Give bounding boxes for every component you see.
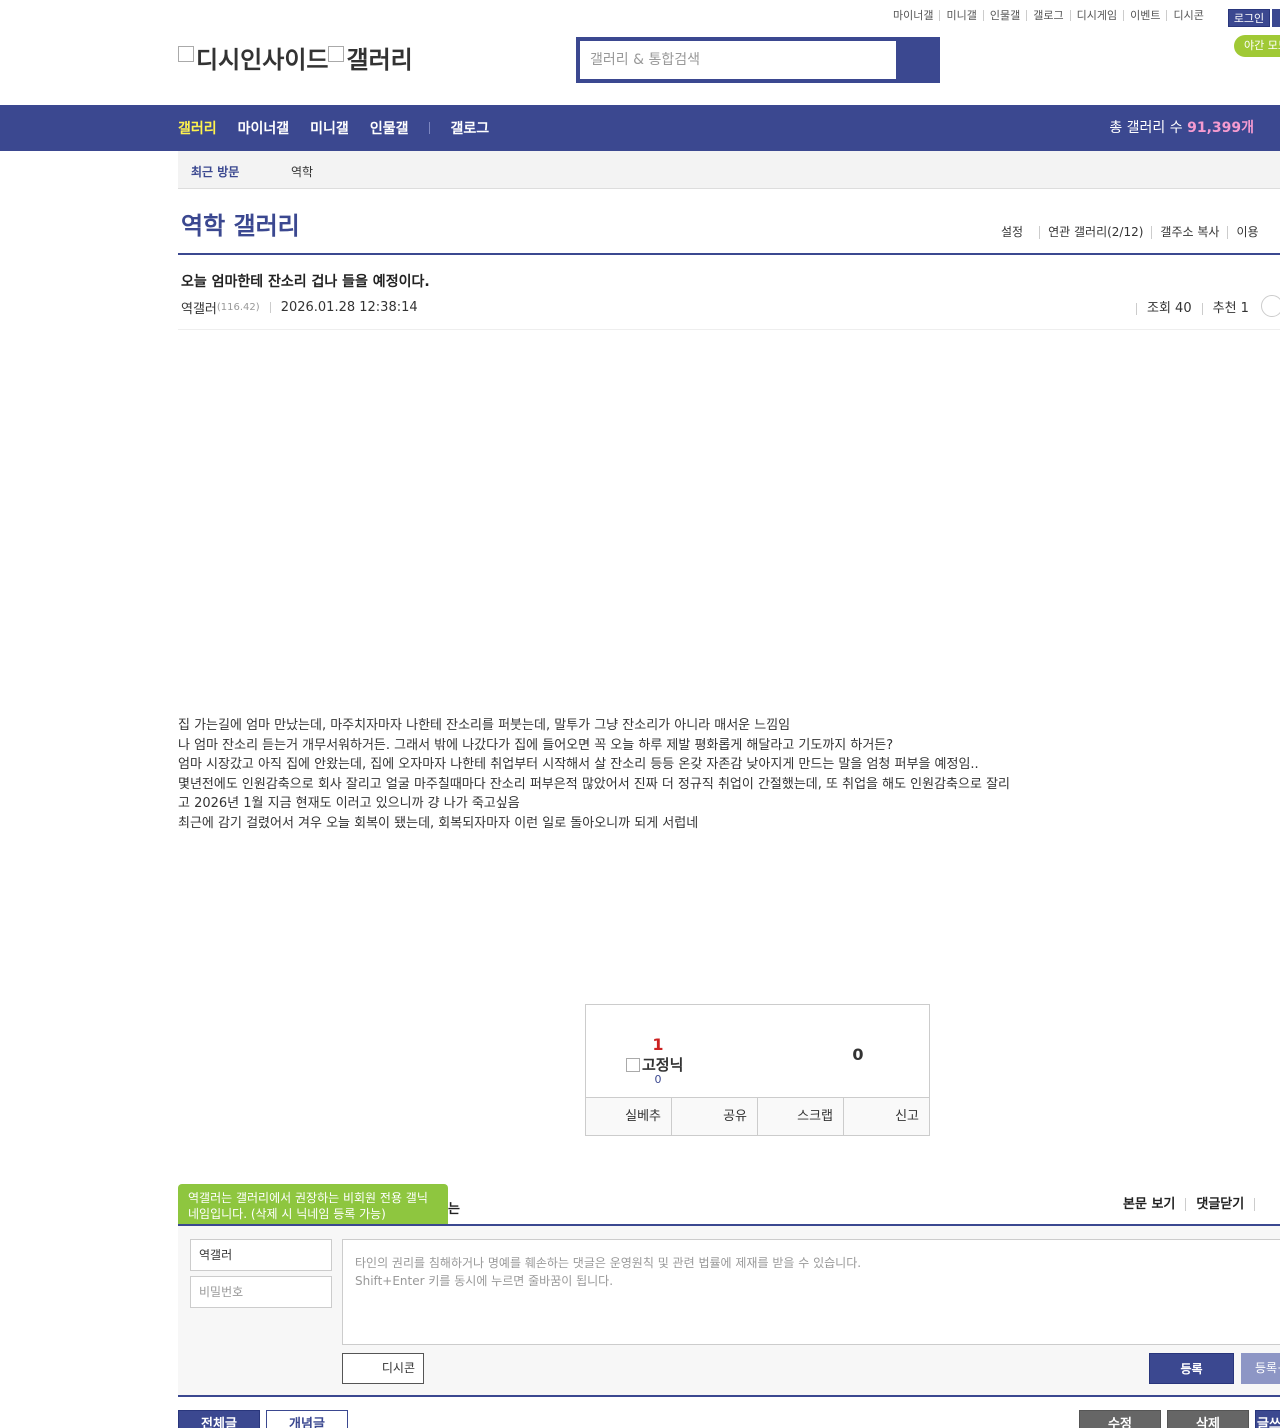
comment-header-partial: 는: [448, 1202, 460, 1217]
related-gallery-link[interactable]: 연관 갤러리(2/12): [1039, 226, 1151, 239]
post-body-line: 나 엄마 잔소리 듣는거 개무서워하거든. 그래서 밖에 나갔다가 집에 들어오…: [178, 737, 894, 753]
submit-comment-button[interactable]: 등록: [1149, 1353, 1234, 1384]
top-util-nav: 마이너갤 미니갤 인물갤 갤로그 디시게임 이벤트 디시콘: [893, 10, 1210, 21]
silbe-recommend-button[interactable]: 실베추: [586, 1098, 671, 1135]
post-recommend: 추천 1: [1201, 302, 1259, 315]
share-button[interactable]: 공유: [671, 1098, 757, 1135]
gallery-title[interactable]: 역학 갤러리: [181, 206, 300, 241]
broken-image-icon: [328, 45, 345, 62]
title-divider: [178, 253, 1280, 255]
recommend-box: 1 고정닉 0 0 실베추 공유 스크랩 신고: [585, 1004, 930, 1136]
util-link-dccon[interactable]: 디시콘: [1166, 10, 1209, 21]
search-input[interactable]: 갤러리 & 통합검색: [580, 41, 896, 79]
broken-image-icon: [626, 1057, 640, 1072]
util-link-person[interactable]: 인물갤: [982, 10, 1026, 21]
best-posts-button[interactable]: 개념글: [266, 1410, 348, 1428]
post-body-line: 집 가는길에 엄마 만났는데, 마주치자마자 나한테 잔소리를 퍼붓는데, 말투…: [178, 718, 791, 733]
all-posts-button[interactable]: 전체글: [178, 1410, 260, 1428]
main-nav: 갤러리 마이너갤 미니갤 인물갤 갤로그 총 갤러리 수 91,399개: [0, 105, 1280, 151]
copy-address-link[interactable]: 갤주소 복사: [1151, 226, 1227, 239]
fixed-nick-count: 0: [654, 1073, 662, 1086]
util-link-dcgame[interactable]: 디시게임: [1069, 10, 1123, 21]
close-comments-link[interactable]: 댓글닫기: [1185, 1198, 1254, 1211]
search-box: 갤러리 & 통합검색: [576, 37, 940, 83]
post-title: 오늘 엄마한테 잔소리 겁나 들을 예정이다.: [181, 274, 430, 290]
comment-header-links: 본문 보기 댓글닫기: [1123, 1198, 1275, 1211]
total-label: 총 갤러리 수: [1109, 120, 1183, 136]
post-stats: 조회 40 추천 1: [1136, 295, 1280, 317]
post-views: 조회 40: [1136, 302, 1202, 315]
delete-button[interactable]: 삭제: [1167, 1410, 1249, 1428]
login-button[interactable]: 로그인: [1228, 9, 1270, 27]
fixed-nick-label: 고정닉: [642, 1056, 684, 1074]
write-button[interactable]: 글쓰기: [1255, 1410, 1280, 1428]
logo-gallery-text: 갤러리: [346, 46, 413, 74]
gallery-settings-link[interactable]: 설정: [1001, 226, 1039, 239]
post-meta: 역갤러 (116.42) 2026.01.28 12:38:14: [181, 298, 418, 317]
post-header-divider: [178, 329, 1280, 330]
total-gallery-count: 총 갤러리 수 91,399개: [1109, 105, 1254, 151]
view-body-link[interactable]: 본문 보기: [1123, 1198, 1185, 1211]
nav-divider: [429, 122, 431, 134]
night-mode-toggle[interactable]: 야간 모드: [1234, 35, 1280, 57]
nickname-field[interactable]: 역갤러: [190, 1239, 332, 1271]
meta-divider: [269, 302, 271, 313]
dccon-button[interactable]: 디시콘: [342, 1353, 424, 1384]
nickname-tooltip: 역갤러는 갤러리에서 권장하는 비회원 전용 갤닉네임입니다. (삭제 시 닉네…: [178, 1184, 448, 1234]
login-button-edge: [1272, 9, 1280, 27]
edit-button[interactable]: 수정: [1079, 1410, 1161, 1428]
post-body-line: 엄마 시장갔고 아직 집에 안왔는데, 집에 오자마자 나한테 취업부터 시작해…: [178, 757, 979, 772]
util-link-mini[interactable]: 미니갤: [939, 10, 982, 21]
downvote-count[interactable]: 0: [786, 1045, 930, 1064]
post-body-line: 고 2026년 1월 지금 현재도 이러고 있으니까 걍 나가 죽고싶음: [178, 796, 520, 811]
post-body-line: 몇년전에도 인원감축으로 회사 잘리고 얼굴 마주칠때마다 잔소리 퍼부은적 많…: [178, 776, 1010, 792]
util-link-gallog[interactable]: 갤로그: [1026, 10, 1069, 21]
nav-item-gallog[interactable]: 갤로그: [450, 118, 489, 138]
recent-visit-bar: 최근 방문 역학: [178, 151, 1280, 189]
comment-textarea[interactable]: 타인의 권리를 침해하거나 명예를 훼손하는 댓글은 운영원칙 및 관련 법률에…: [342, 1239, 1280, 1345]
util-link-minor[interactable]: 마이너갤: [893, 10, 939, 21]
usage-link[interactable]: 이용: [1227, 226, 1266, 239]
recent-visit-label[interactable]: 최근 방문: [191, 163, 239, 180]
site-logo[interactable]: 디시인사이드 갤러리: [178, 40, 413, 75]
gallery-links: 설정 연관 갤러리(2/12) 갤주소 복사 이용: [1001, 226, 1267, 239]
password-field[interactable]: 비밀번호: [190, 1276, 332, 1308]
search-button[interactable]: [896, 37, 940, 83]
upvote-count[interactable]: 1: [586, 1035, 730, 1054]
post-author-ip: (116.42): [216, 302, 260, 313]
post-body-line: 최근에 감기 걸렸어서 겨우 오늘 회복이 됐는데, 회복되자마자 이런 일로 …: [178, 815, 699, 831]
bottom-divider: [178, 1395, 1280, 1397]
comment-header-extra: [1254, 1198, 1275, 1211]
scrap-button[interactable]: 스크랩: [757, 1098, 843, 1135]
total-value: 91,399개: [1187, 120, 1254, 136]
nav-item-person[interactable]: 인물갤: [370, 118, 409, 138]
recent-visit-item[interactable]: 역학: [291, 163, 313, 180]
fixed-nick-recommend[interactable]: 고정닉: [626, 1054, 683, 1075]
broken-image-icon: [178, 45, 194, 62]
comment-placeholder-line: Shift+Enter 키를 동시에 누르면 줄바꿈이 됩니다.: [355, 1274, 614, 1288]
nav-item-gallery[interactable]: 갤러리: [178, 118, 217, 138]
post-author[interactable]: 역갤러: [181, 298, 217, 317]
report-button[interactable]: 신고: [843, 1098, 929, 1135]
nav-item-minor[interactable]: 마이너갤: [238, 118, 290, 138]
comment-placeholder-line: 타인의 권리를 침해하거나 명예를 훼손하는 댓글은 운영원칙 및 관련 법률에…: [355, 1256, 862, 1270]
post-body: 집 가는길에 엄마 만났는데, 마주치자마자 나한테 잔소리를 퍼붓는데, 말투…: [178, 716, 1078, 833]
submit-recommend-button[interactable]: 등록+추천: [1241, 1353, 1280, 1384]
util-link-event[interactable]: 이벤트: [1123, 10, 1166, 21]
recommend-actions: 실베추 공유 스크랩 신고: [586, 1097, 929, 1135]
logo-site-text: 디시인사이드: [196, 46, 329, 74]
post-date: 2026.01.28 12:38:14: [280, 300, 418, 315]
nav-item-mini[interactable]: 미니갤: [310, 118, 349, 138]
comment-count-circle[interactable]: [1260, 295, 1280, 317]
